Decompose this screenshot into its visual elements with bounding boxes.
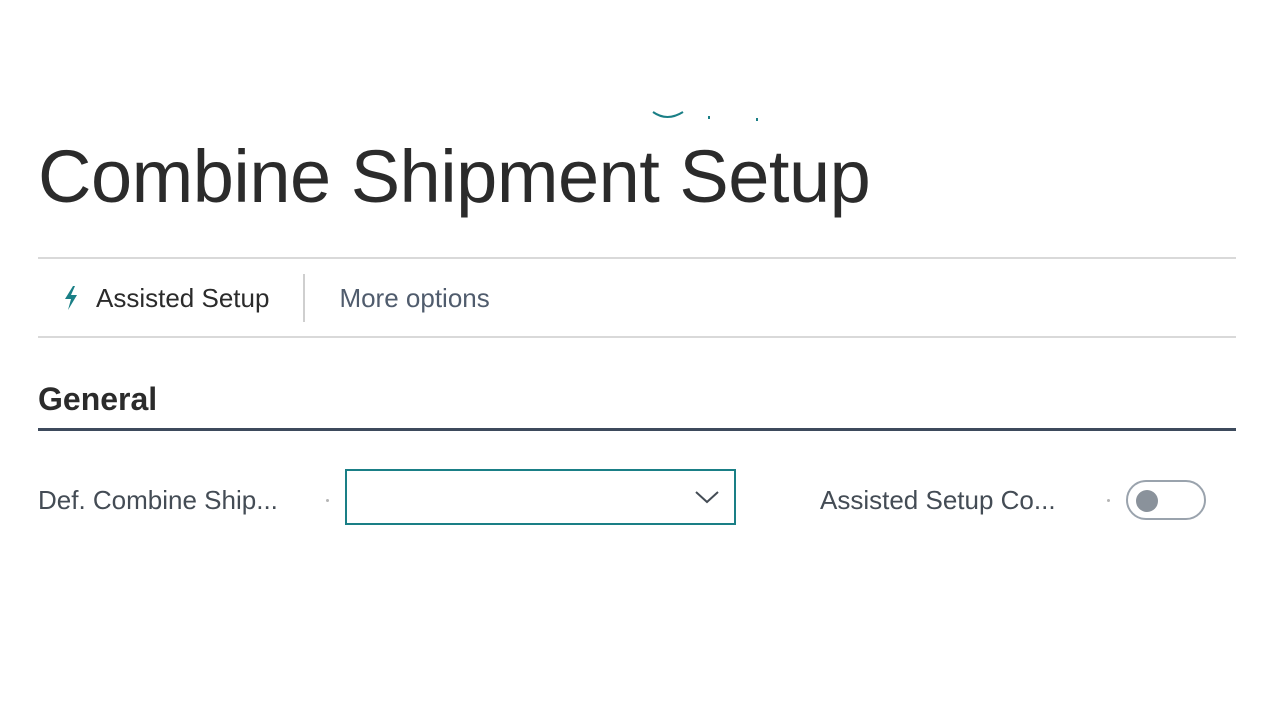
assisted-setup-label: Assisted Setup <box>96 282 270 313</box>
divider <box>38 336 1236 338</box>
cut-off-text-fragment <box>652 111 758 121</box>
section-underline <box>38 428 1236 431</box>
toggle-knob <box>1136 490 1158 512</box>
def-combine-shipment-label: Def. Combine Ship... <box>38 485 278 515</box>
assisted-setup-completed-toggle[interactable] <box>1126 480 1206 520</box>
page: Combine Shipment Setup Assisted Setup Mo… <box>0 0 1280 720</box>
section-title-general[interactable]: General <box>38 376 157 422</box>
label-separator-dot <box>1107 499 1110 502</box>
assisted-setup-completed-label: Assisted Setup Co... <box>820 485 1056 515</box>
action-bar: Assisted Setup More options <box>38 259 1236 337</box>
def-combine-shipment-select[interactable] <box>345 469 736 525</box>
page-title: Combine Shipment Setup <box>38 135 871 218</box>
more-options-button[interactable]: More options <box>305 283 489 314</box>
assisted-setup-button[interactable]: Assisted Setup <box>38 274 303 322</box>
label-separator-dot <box>326 499 329 502</box>
chevron-down-icon <box>695 491 719 504</box>
lightning-icon <box>65 286 77 310</box>
